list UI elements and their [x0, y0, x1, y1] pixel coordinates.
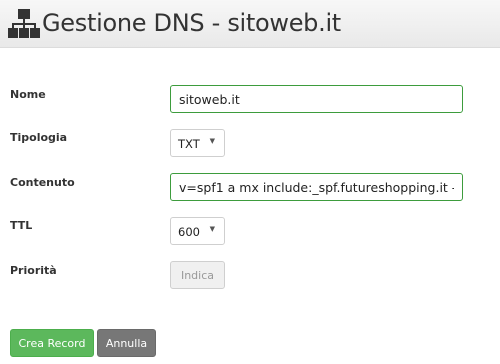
chevron-down-icon: ▼ — [209, 137, 215, 145]
sitemap-icon — [8, 9, 40, 38]
create-record-button[interactable]: Crea Record — [10, 329, 94, 357]
indica-button[interactable]: Indica — [170, 261, 225, 289]
priorita-label: Priorità — [10, 264, 57, 277]
page-title: Gestione DNS - sitoweb.it — [42, 9, 341, 37]
ttl-select[interactable]: 600 ▼ — [170, 217, 225, 245]
nome-input[interactable] — [170, 85, 463, 113]
contenuto-input[interactable] — [170, 173, 463, 201]
tipologia-select[interactable]: TXT ▼ — [170, 129, 225, 157]
page-header: Gestione DNS - sitoweb.it — [0, 0, 500, 48]
tipologia-value: TXT — [178, 137, 200, 151]
ttl-label: TTL — [10, 219, 33, 232]
chevron-down-icon: ▼ — [209, 225, 215, 233]
contenuto-label: Contenuto — [10, 176, 75, 189]
tipologia-label: Tipologia — [10, 131, 68, 144]
cancel-button[interactable]: Annulla — [97, 329, 156, 357]
ttl-value: 600 — [178, 225, 200, 239]
nome-label: Nome — [10, 88, 46, 101]
